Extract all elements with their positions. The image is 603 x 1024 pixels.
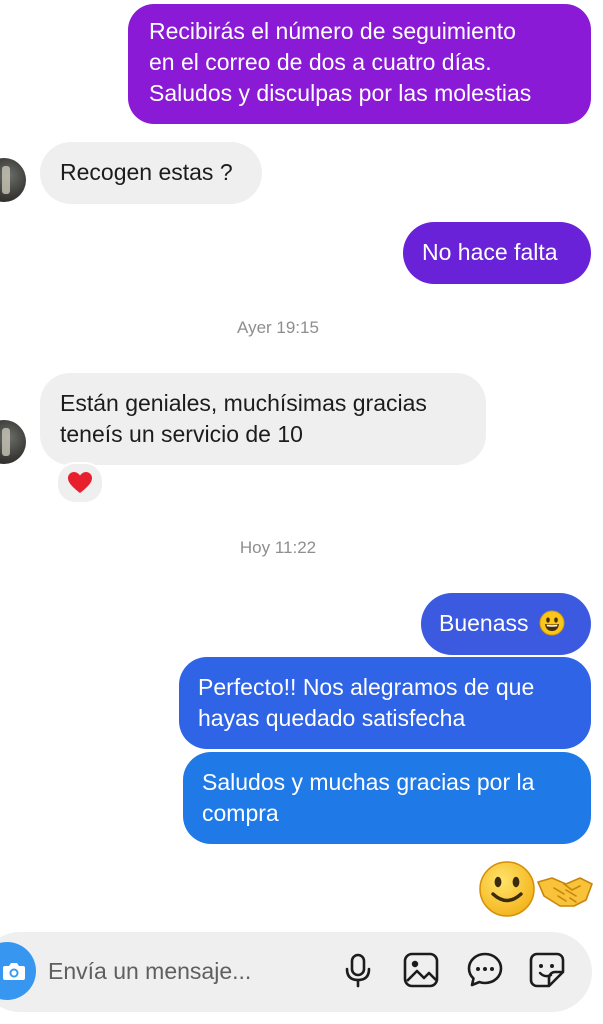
timestamp: Ayer 19:15	[237, 318, 319, 337]
message-line: teneís un servicio de 10	[60, 421, 303, 447]
message-line: Recogen estas ?	[60, 159, 233, 185]
outgoing-message[interactable]: Perfecto!! Nos alegramos de que hayas qu…	[179, 657, 591, 749]
message-line: Buenass	[439, 610, 529, 636]
outgoing-message[interactable]: Buenass	[421, 593, 591, 655]
message-line: Saludos y disculpas por las molestias	[149, 80, 532, 106]
message-line: Saludos y muchas gracias por la	[202, 769, 535, 795]
contact-avatar[interactable]	[0, 158, 26, 202]
message-line: Están geniales, muchísimas gracias	[60, 390, 427, 416]
emoji-message[interactable]	[478, 860, 594, 920]
message-line: Perfecto!! Nos alegramos de que	[198, 674, 535, 700]
message-input[interactable]: Envía un mensaje...	[48, 958, 251, 985]
incoming-message[interactable]: Recogen estas ?	[40, 142, 262, 204]
contact-avatar[interactable]	[0, 420, 26, 464]
heart-icon	[68, 472, 92, 493]
chat-bubble-icon[interactable]	[465, 950, 505, 990]
incoming-message[interactable]: Están geniales, muchísimas gracias teneí…	[40, 373, 486, 465]
gallery-icon[interactable]	[401, 950, 441, 990]
microphone-icon[interactable]	[338, 950, 378, 990]
message-line: compra	[202, 800, 279, 826]
heart-reaction[interactable]	[56, 462, 104, 504]
camera-icon	[3, 963, 25, 980]
grinning-face-emoji	[539, 610, 565, 636]
timestamp: Hoy 11:22	[239, 538, 317, 557]
message-line: hayas quedado satisfecha	[198, 705, 466, 731]
message-line: Recibirás el número de seguimiento	[149, 18, 516, 44]
handshake-emoji	[537, 877, 593, 907]
message-line: en el correo de dos a cuatro días.	[149, 49, 492, 75]
outgoing-message[interactable]: Recibirás el número de seguimiento en el…	[128, 4, 591, 124]
outgoing-message[interactable]: Saludos y muchas gracias por la compra	[183, 752, 591, 844]
sticker-icon[interactable]	[527, 950, 567, 990]
outgoing-message[interactable]: No hace falta	[403, 222, 591, 284]
slightly-smiling-face-emoji	[479, 861, 535, 917]
message-line: No hace falta	[422, 239, 558, 265]
